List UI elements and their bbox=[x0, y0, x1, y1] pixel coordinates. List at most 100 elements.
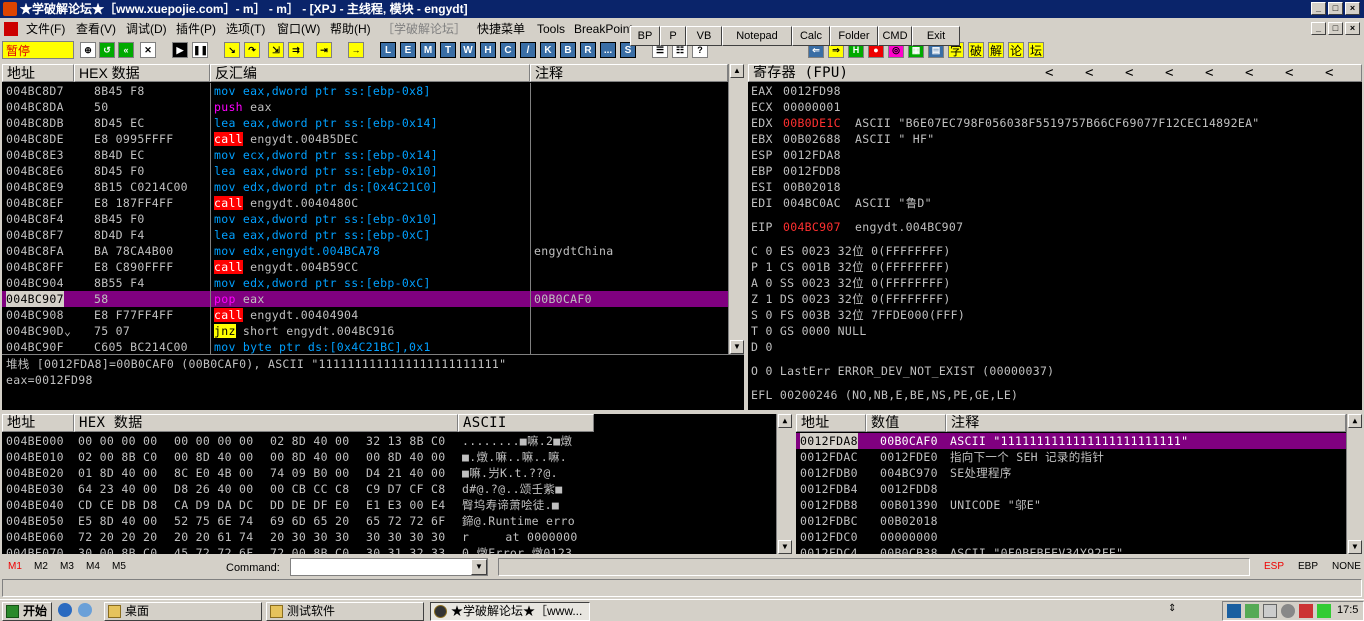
scroll-up-icon[interactable]: ▲ bbox=[1348, 414, 1362, 428]
mark-m1[interactable]: M1 bbox=[8, 561, 22, 572]
command-input[interactable] bbox=[290, 558, 488, 576]
col-header-address[interactable]: 地址 bbox=[2, 64, 74, 82]
stack-row[interactable]: 0012FDB8 00B01390 UNICODE "邬E" bbox=[796, 497, 1346, 513]
toolbar-po-button[interactable]: 破 bbox=[968, 42, 985, 58]
scroll-down-icon[interactable]: ▼ bbox=[778, 540, 792, 554]
pause-icon[interactable]: ❚❚ bbox=[192, 42, 208, 58]
child-minimize-button[interactable]: _ bbox=[1311, 22, 1326, 35]
scroll-up-icon[interactable]: ▲ bbox=[778, 414, 792, 428]
stack-header-address[interactable]: 地址 bbox=[796, 414, 866, 432]
col-header-hex[interactable]: HEX 数据 bbox=[74, 64, 210, 82]
flag-line[interactable]: A 0 SS 0023 32位 0(FFFFFFFF) bbox=[751, 275, 951, 291]
dump-header-hex[interactable]: HEX 数据 bbox=[74, 414, 458, 432]
menu-plugins[interactable]: 插件(P) bbox=[176, 18, 216, 40]
register-value[interactable]: 0012FDD8 bbox=[783, 163, 841, 179]
mark-m2[interactable]: M2 bbox=[34, 561, 48, 572]
execute-till-return-icon[interactable]: ⇥ bbox=[316, 42, 332, 58]
close-button[interactable]: × bbox=[1345, 2, 1360, 15]
tray-settings-icon[interactable] bbox=[1263, 604, 1277, 618]
disasm-row[interactable]: 004BC8EF E8 187FF4FF call engydt.0040480C bbox=[2, 195, 728, 211]
menu-options[interactable]: 选项(T) bbox=[226, 18, 265, 40]
menu-debug[interactable]: 调试(D) bbox=[126, 18, 167, 40]
scroll-down-icon[interactable]: ▼ bbox=[1348, 540, 1362, 554]
scroll-up-icon[interactable]: ▲ bbox=[730, 64, 744, 78]
register-value[interactable]: 0012FDA8 bbox=[783, 147, 841, 163]
disasm-row[interactable]: 004BC8FA BA 78CA4B00 mov edx,engydt.004BCA… bbox=[2, 243, 728, 259]
register-arrow-left-icon[interactable]: < bbox=[1165, 65, 1205, 81]
float-folder-button[interactable]: Folder bbox=[830, 26, 878, 46]
flag-line[interactable]: O 0 LastErr ERROR_DEV_NOT_EXIST (0000003… bbox=[751, 363, 1054, 379]
dump-pane[interactable]: 地址 HEX 数据 ASCII 004BE000 00 00 00 00 00 00… bbox=[2, 414, 792, 554]
none-toggle[interactable]: NONE bbox=[1332, 561, 1361, 572]
col-header-comment[interactable]: 注释 bbox=[530, 64, 728, 82]
dump-header-ascii[interactable]: ASCII bbox=[458, 414, 594, 432]
disasm-row[interactable]: 004BC90F C605 BC214C00 mov byte ptr ds:[0x… bbox=[2, 339, 728, 354]
register-value[interactable]: 00B02018 bbox=[783, 179, 841, 195]
flag-line[interactable]: T 0 GS 0000 NULL bbox=[751, 323, 867, 339]
disassembly-list[interactable]: 004BC8D7 8B45 F8 mov eax,dword ptr ss:[ebp… bbox=[2, 83, 728, 354]
float-p-button[interactable]: P bbox=[660, 26, 686, 46]
register-value[interactable]: 00B0DE1C bbox=[783, 115, 841, 131]
mark-m3[interactable]: M3 bbox=[60, 561, 74, 572]
stack-row[interactable]: 0012FDAC 0012FDE0 指向下一个 SEH 记录的指针 bbox=[796, 449, 1346, 465]
toolbar-T-button[interactable]: T bbox=[440, 42, 456, 58]
browser-icon[interactable] bbox=[78, 603, 92, 617]
minimize-button[interactable]: _ bbox=[1311, 2, 1326, 15]
ie-icon[interactable] bbox=[58, 603, 72, 617]
stack-row[interactable]: 0012FDC0 00000000 bbox=[796, 529, 1346, 545]
toolbar-W-button[interactable]: W bbox=[460, 42, 476, 58]
float-exit-button[interactable]: Exit bbox=[912, 26, 960, 46]
toolbar-dots-button[interactable]: ... bbox=[600, 42, 616, 58]
scroll-down-icon[interactable]: ▼ bbox=[730, 340, 744, 354]
stack-header-comment[interactable]: 注释 bbox=[946, 414, 1346, 432]
register-arrow-left-icon[interactable]: < bbox=[1325, 65, 1361, 81]
disasm-row[interactable]: 004BC8DA 50 push eax bbox=[2, 99, 728, 115]
efl-line[interactable]: EFL 00200246 (NO,NB,E,BE,NS,PE,GE,LE) bbox=[751, 387, 1018, 403]
toolbar-E-button[interactable]: E bbox=[400, 42, 416, 58]
stack-header-value[interactable]: 数值 bbox=[866, 414, 946, 432]
register-value[interactable]: 00000001 bbox=[783, 99, 841, 115]
chevron-down-icon[interactable]: ▼ bbox=[471, 559, 487, 575]
register-arrow-left-icon[interactable]: < bbox=[1205, 65, 1245, 81]
float-vb-button[interactable]: VB bbox=[686, 26, 722, 46]
dump-list[interactable]: 004BE000 00 00 00 00 00 00 00 00 02 8D 40 0… bbox=[2, 433, 776, 554]
task-ollydbg[interactable]: ★学破解论坛★［www... bbox=[430, 602, 590, 621]
start-button[interactable]: 开始 bbox=[2, 602, 52, 621]
register-value[interactable]: 004BC907 bbox=[783, 219, 841, 235]
mark-m4[interactable]: M4 bbox=[86, 561, 100, 572]
register-list[interactable]: EAX 0012FD98 ECX 00000001 EDX 00B0DE1C ASCII "… bbox=[751, 83, 1359, 410]
register-arrow-left-icon[interactable]: < bbox=[1245, 65, 1285, 81]
float-calc-button[interactable]: Calc bbox=[792, 26, 830, 46]
tray-arrow-icon[interactable]: ⇕ bbox=[1168, 603, 1178, 617]
toolbar-C-button[interactable]: C bbox=[500, 42, 516, 58]
menu-help[interactable]: 帮助(H) bbox=[330, 18, 371, 40]
maximize-button[interactable]: □ bbox=[1328, 2, 1343, 15]
ebp-toggle[interactable]: EBP bbox=[1298, 561, 1318, 572]
disasm-row[interactable]: 004BC90D ⌄ 75 07 jnz short engydt.004BC916 bbox=[2, 323, 728, 339]
disasm-scrollbar[interactable]: ▲ ▼ bbox=[728, 64, 744, 354]
network-icon[interactable] bbox=[1227, 604, 1241, 618]
disasm-row[interactable]: 004BC8FF E8 C890FFFF call engydt.004B59CC bbox=[2, 259, 728, 275]
flag-line[interactable]: D 0 bbox=[751, 339, 773, 355]
disasm-row[interactable]: 004BC8F4 8B45 F0 mov eax,dword ptr ss:[ebp… bbox=[2, 211, 728, 227]
close-process-icon[interactable]: ✕ bbox=[140, 42, 156, 58]
register-value[interactable]: 00B02688 bbox=[783, 131, 841, 147]
mark-m5[interactable]: M5 bbox=[112, 561, 126, 572]
tray-speaker-icon[interactable] bbox=[1281, 604, 1295, 618]
toolbar-slash-button[interactable]: / bbox=[520, 42, 536, 58]
tray-status-icon[interactable] bbox=[1317, 604, 1331, 618]
disasm-row[interactable]: 004BC8D7 8B45 F8 mov eax,dword ptr ss:[ebp… bbox=[2, 83, 728, 99]
registers-pane[interactable]: 寄存器 (FPU) < < < < < < < < EAX 0012FD98 ECX 0000000… bbox=[748, 64, 1362, 410]
disasm-row[interactable]: 004BC8DB 8D45 EC lea eax,dword ptr ss:[ebp… bbox=[2, 115, 728, 131]
stack-row[interactable]: 0012FDB4 0012FDD8 bbox=[796, 481, 1346, 497]
flag-line[interactable]: P 1 CS 001B 32位 0(FFFFFFFF) bbox=[751, 259, 951, 275]
disasm-row[interactable]: 004BC8F7 8D4D F4 lea eax,dword ptr ss:[ebp… bbox=[2, 227, 728, 243]
disasm-row[interactable]: 004BC907 58 pop eax 00B0CAF0 bbox=[2, 291, 728, 307]
stack-row[interactable]: 0012FDBC 00B02018 bbox=[796, 513, 1346, 529]
float-notepad-button[interactable]: Notepad bbox=[722, 26, 792, 46]
toolbar-L-button[interactable]: L bbox=[380, 42, 396, 58]
menu-xpj[interactable]: ［学破解论坛］ bbox=[382, 18, 466, 40]
tray-security-icon[interactable] bbox=[1299, 604, 1313, 618]
toolbar-jie-button[interactable]: 解 bbox=[988, 42, 1005, 58]
open-icon[interactable]: ⊕ bbox=[80, 42, 96, 58]
